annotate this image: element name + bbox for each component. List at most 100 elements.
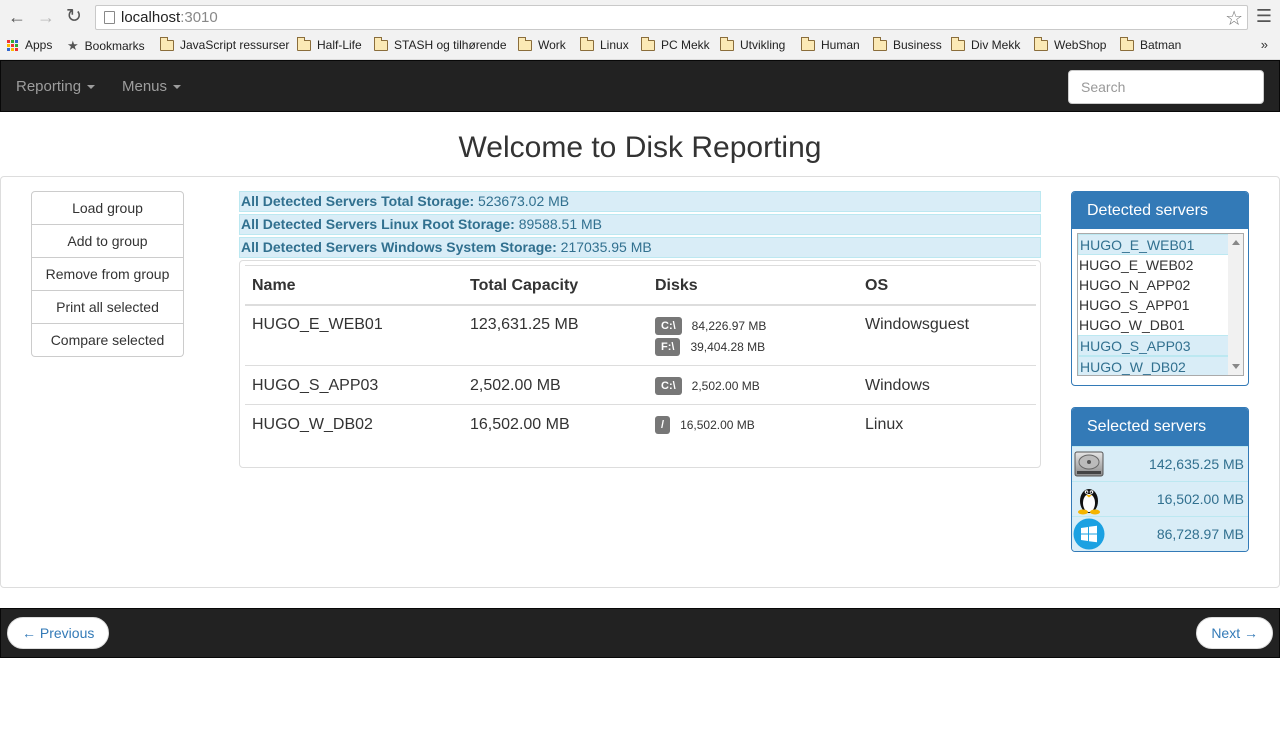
disk-entry: C:\ 84,226.97 MB [655,317,766,335]
bookmark-apps[interactable]: Apps [7,38,52,52]
divider [245,265,1036,266]
header-divider [245,304,1036,306]
servers-table: Name Total Capacity Disks OS HUGO_E_WEB0… [239,260,1041,468]
bookmark-folder[interactable]: Linux [580,36,629,52]
bookmark-folder[interactable]: Business [873,36,942,52]
forward-arrow-icon[interactable]: → [36,7,56,27]
windows-logo-icon [1073,518,1105,550]
linux-root-summary: All Detected Servers Linux Root Storage:… [239,214,1041,235]
scroll-up-icon[interactable] [1232,240,1240,245]
disk-size: 2,502.00 MB [691,379,760,393]
column-header-disks: Disks [655,277,698,294]
bookmark-folder[interactable]: Human [801,36,860,52]
operating-system: Windows [865,377,930,394]
folder-icon [518,36,532,51]
caret-down-icon [87,85,96,90]
reporting-dropdown[interactable]: Reporting [16,78,96,95]
selected-linux-row: 16,502.00 MB [1072,481,1248,516]
hard-drive-icon [1074,451,1104,477]
folder-icon [641,36,655,51]
browser-menu-icon[interactable]: ☰ [1256,6,1272,27]
bookmark-star-icon[interactable]: ☆ [1225,6,1243,31]
column-header-os: OS [865,277,889,294]
folder-icon [951,36,965,51]
linux-tux-icon [1078,489,1100,515]
selected-windows-row: 86,728.97 MB [1072,516,1248,551]
bookmark-folder[interactable]: STASH og tilhørende [374,36,507,52]
total-capacity: 16,502.00 MB [470,416,570,433]
remove-from-group-button[interactable]: Remove from group [31,258,184,291]
top-navbar: Reporting Menus [0,60,1280,112]
next-button[interactable]: Next → [1196,617,1273,649]
apps-grid-icon [7,39,18,51]
disk-label: C:\ [655,377,682,395]
folder-icon [297,36,311,51]
selected-total-row: 142,635.25 MB [1072,446,1248,481]
server-option[interactable]: HUGO_E_WEB02 [1078,255,1243,275]
scroll-down-icon[interactable] [1232,364,1240,369]
print-all-selected-button[interactable]: Print all selected [31,291,184,324]
bookmark-folder[interactable]: WebShop [1034,36,1106,52]
row-divider [245,365,1036,366]
address-bar[interactable]: localhost:3010 ☆ [95,5,1248,30]
disk-label: C:\ [655,317,682,335]
folder-icon [720,36,734,51]
bookmark-folder[interactable]: Batman [1120,36,1181,52]
page-icon [104,11,115,24]
server-option[interactable]: HUGO_E_WEB01 [1078,234,1243,255]
row-divider [245,404,1036,405]
detected-servers-panel: Detected servers HUGO_E_WEB01 HUGO_E_WEB0… [1071,191,1249,386]
server-name: HUGO_E_WEB01 [252,316,383,333]
disk-size: 39,404.28 MB [690,340,766,354]
disk-entry: / 16,502.00 MB [655,416,755,434]
selected-total-value: 142,635.25 MB [1149,456,1244,472]
bookmark-folder[interactable]: Half-Life [297,36,362,52]
compare-selected-button[interactable]: Compare selected [31,324,184,357]
folder-icon [160,36,174,51]
previous-button[interactable]: ← Previous [7,617,110,649]
bookmark-folder[interactable]: Div Mekk [951,36,1020,52]
back-arrow-icon[interactable]: ← [7,7,27,27]
folder-icon [1120,36,1134,51]
bookmark-folder[interactable]: JavaScript ressurser [160,36,289,52]
windows-system-summary: All Detected Servers Windows System Stor… [239,237,1041,258]
server-name: HUGO_W_DB02 [252,416,373,433]
operating-system: Linux [865,416,904,433]
bookmark-folder[interactable]: Work [518,36,566,52]
detected-servers-title: Detected servers [1072,192,1248,229]
reload-icon[interactable]: ↻ [64,7,84,27]
disk-entry: C:\ 2,502.00 MB [655,377,760,395]
folder-icon [873,36,887,51]
total-capacity: 2,502.00 MB [470,377,561,394]
server-option[interactable]: HUGO_N_APP02 [1078,275,1243,295]
folder-icon [374,36,388,51]
column-header-name: Name [252,277,296,294]
page-title: Welcome to Disk Reporting [458,131,822,164]
total-storage-summary: All Detected Servers Total Storage: 5236… [239,191,1041,212]
bookmarks-overflow-button[interactable]: » [1261,37,1268,52]
server-option[interactable]: HUGO_S_APP03 [1078,335,1243,356]
selected-linux-value: 16,502.00 MB [1156,491,1244,507]
bookmarks-bar: Apps ★ Bookmarks JavaScript ressurser Hal… [0,34,1280,60]
browser-toolbar: ← → ↻ localhost:3010 ☆ ☰ [0,0,1280,34]
menus-dropdown[interactable]: Menus [122,78,182,95]
disk-size: 84,226.97 MB [691,319,767,333]
disk-entry: F:\ 39,404.28 MB [655,338,765,356]
server-option[interactable]: HUGO_W_DB01 [1078,315,1243,335]
bookmark-folder[interactable]: Utvikling [720,36,785,52]
server-option[interactable]: HUGO_W_DB02 [1078,356,1243,375]
selected-servers-panel: Selected servers 142,635.25 MB 16,502.00… [1071,407,1249,552]
search-input[interactable] [1068,70,1264,104]
group-actions: Load group Add to group Remove from grou… [31,191,184,357]
total-capacity: 123,631.25 MB [470,316,579,333]
load-group-button[interactable]: Load group [31,191,184,225]
disk-label: F:\ [655,338,681,356]
scrollbar[interactable] [1228,234,1243,375]
add-to-group-button[interactable]: Add to group [31,225,184,258]
bookmark-folder[interactable]: PC Mekk [641,36,710,52]
selected-windows-value: 86,728.97 MB [1156,526,1244,542]
server-option[interactable]: HUGO_S_APP01 [1078,295,1243,315]
footer-bar: ← Previous Next → [0,608,1280,658]
bookmark-bookmarks[interactable]: ★ Bookmarks [67,38,145,54]
detected-servers-list[interactable]: HUGO_E_WEB01 HUGO_E_WEB02 HUGO_N_APP02 HUGO… [1077,233,1244,376]
